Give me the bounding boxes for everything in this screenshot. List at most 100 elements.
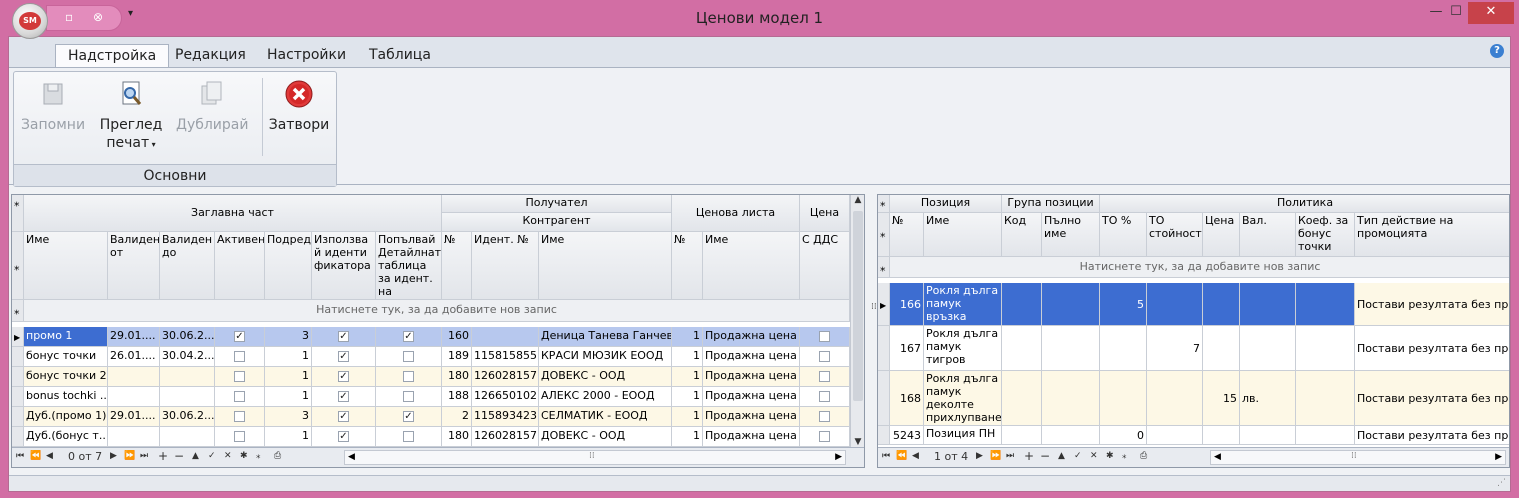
cell-currency[interactable] [1240, 426, 1296, 445]
add-record-icon[interactable]: + [158, 449, 168, 463]
delete-record-icon[interactable]: − [174, 449, 184, 463]
checkbox[interactable] [819, 330, 830, 342]
cell-recipient-no[interactable]: 2 [442, 407, 472, 427]
col-group-code[interactable]: Код [1002, 213, 1042, 257]
edit-record-icon[interactable]: ▲ [192, 451, 199, 461]
cell-order[interactable]: 1 [265, 387, 312, 407]
left-horizontal-scrollbar[interactable]: ◀ ⁞⁞ ▶ [344, 450, 846, 465]
cell-to-percent[interactable] [1100, 326, 1147, 371]
col-currency[interactable]: Вал. [1240, 213, 1296, 257]
col-vat[interactable]: С ДДС [800, 232, 850, 300]
cell-order[interactable]: 1 [265, 347, 312, 367]
band-position[interactable]: Позиция [890, 195, 1002, 213]
cell-name[interactable]: бонус точки 2 [24, 367, 108, 387]
cell-to-percent[interactable] [1100, 371, 1147, 426]
band-group[interactable]: Група позиции [1002, 195, 1100, 213]
cell-valid-to[interactable]: 30.06.2... [160, 407, 215, 427]
cell-price[interactable] [1203, 326, 1240, 371]
cell-recipient-name[interactable]: ДОВЕКС - ООД [539, 427, 672, 447]
cell-fill-detail[interactable]: ✓ [376, 407, 442, 427]
positions-grid[interactable]: ⁎ Позиция Група позиции Политика ⁎ № Име… [877, 194, 1510, 468]
checked-checkbox[interactable]: ✓ [403, 330, 414, 342]
checkbox[interactable] [234, 430, 245, 442]
col-valid-from[interactable]: Валиден от [108, 232, 160, 300]
cell-position-name[interactable]: Рокля дълга памук деколте прихлупване [924, 371, 1002, 426]
col-bonus-coef[interactable]: Коеф. за бонус точки [1296, 213, 1355, 257]
col-promo-action[interactable]: Тип действие на промоцията [1355, 213, 1509, 257]
cell-ident-no[interactable]: 115815855 [472, 347, 539, 367]
col-ident-no[interactable]: Идент. № [472, 232, 539, 300]
col-to-percent[interactable]: ТО % [1100, 213, 1147, 257]
cell-use-identifier[interactable]: ✓ [312, 367, 376, 387]
cell-pricelist-no[interactable]: 1 [672, 387, 703, 407]
checkbox[interactable] [819, 350, 830, 362]
cell-pricelist-no[interactable]: 1 [672, 367, 703, 387]
col-name[interactable]: Име [24, 232, 108, 300]
cell-active[interactable]: ✓ [215, 327, 265, 347]
cell-group-code[interactable] [1002, 371, 1042, 426]
cell-active[interactable] [215, 347, 265, 367]
cell-pricelist-name[interactable]: Продажна цена [703, 427, 800, 447]
cell-use-identifier[interactable]: ✓ [312, 327, 376, 347]
cell-name[interactable]: промо 1 [24, 327, 108, 347]
cell-ident-no[interactable]: 126650102 [472, 387, 539, 407]
band-price[interactable]: Цена [800, 195, 850, 232]
cell-price[interactable] [1203, 283, 1240, 326]
row-indicator[interactable] [12, 407, 24, 427]
col-group-full-name[interactable]: Пълно име [1042, 213, 1100, 257]
checked-checkbox[interactable]: ✓ [403, 410, 414, 422]
cell-valid-to[interactable] [160, 427, 215, 447]
band-price-list[interactable]: Ценова листа [672, 195, 800, 232]
cell-order[interactable]: 1 [265, 367, 312, 387]
filter-icon[interactable]: ⁎ [256, 451, 261, 461]
cell-bonus-coef[interactable] [1296, 283, 1355, 326]
col-to-value[interactable]: ТО стойност [1147, 213, 1203, 257]
duplicate-button[interactable]: Дублирай [176, 78, 248, 134]
col-recipient-no[interactable]: № [442, 232, 472, 300]
price-model-grid[interactable]: ⁎ Заглавна част Получател Контрагент Цен… [11, 194, 865, 468]
cell-bonus-coef[interactable] [1296, 326, 1355, 371]
cell-recipient-no[interactable]: 160 [442, 327, 472, 347]
cell-fill-detail[interactable] [376, 427, 442, 447]
cell-to-value[interactable]: 7 [1147, 326, 1203, 371]
new-row-prompt[interactable]: Натиснете тук, за да добавите нов запис [24, 300, 850, 322]
cell-position-no[interactable]: 168 [890, 371, 924, 426]
col-use-identifier[interactable]: Използвай идентификатора [312, 232, 376, 300]
prev-page-icon[interactable]: ⏪ [30, 451, 41, 461]
cell-valid-from[interactable]: 29.01.... [108, 327, 160, 347]
prev-page-icon[interactable]: ⏪ [896, 451, 907, 461]
cell-order[interactable]: 1 [265, 427, 312, 447]
scroll-up-icon[interactable]: ▲ [851, 195, 864, 205]
close-button[interactable]: Затвори [264, 78, 334, 134]
print-icon[interactable]: ⎙ [274, 451, 281, 461]
print-preview-button[interactable]: Преглед печат ▾ [96, 78, 166, 154]
cell-name[interactable]: бонус точки [24, 347, 108, 367]
tab-nadstroyka[interactable]: Надстройка [55, 44, 170, 67]
cell-name[interactable]: bonus tochki ... [24, 387, 108, 407]
checkbox[interactable] [403, 350, 414, 362]
prev-record-icon[interactable]: ◀ [46, 451, 53, 461]
row-indicator[interactable] [878, 426, 890, 445]
cell-to-value[interactable] [1147, 371, 1203, 426]
cell-promo-action[interactable]: Постави резултата без про... [1355, 371, 1509, 426]
checked-checkbox[interactable]: ✓ [338, 330, 349, 342]
cell-pricelist-name[interactable]: Продажна цена [703, 387, 800, 407]
refresh-icon[interactable]: ✱ [240, 451, 248, 461]
cell-active[interactable] [215, 427, 265, 447]
next-page-icon[interactable]: ⏩ [124, 451, 135, 461]
cell-use-identifier[interactable]: ✓ [312, 347, 376, 367]
cell-valid-from[interactable] [108, 367, 160, 387]
checked-checkbox[interactable]: ✓ [338, 390, 349, 402]
cell-active[interactable] [215, 367, 265, 387]
cell-group-full-name[interactable] [1042, 426, 1100, 445]
delete-record-icon[interactable]: − [1040, 449, 1050, 463]
checked-checkbox[interactable]: ✓ [338, 370, 349, 382]
cell-valid-from[interactable] [108, 427, 160, 447]
cell-use-identifier[interactable]: ✓ [312, 387, 376, 407]
right-new-row-prompt[interactable]: Натиснете тук, за да добавите нов запис [890, 257, 1509, 278]
cell-currency[interactable] [1240, 326, 1296, 371]
band-policy[interactable]: Политика [1100, 195, 1509, 213]
checkbox[interactable] [819, 410, 830, 422]
checked-checkbox[interactable]: ✓ [234, 330, 245, 342]
save-button[interactable]: Запомни [18, 78, 88, 134]
